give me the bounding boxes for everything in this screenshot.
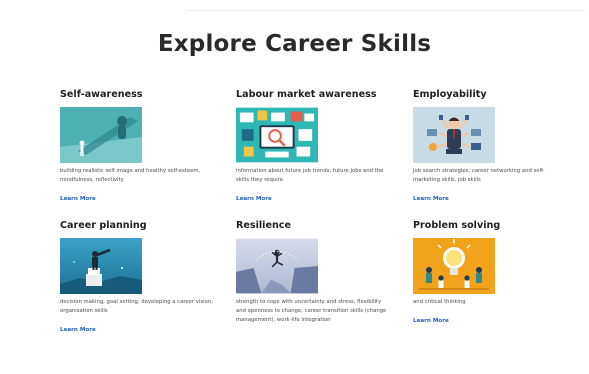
learn-more-link[interactable]: Learn More — [413, 317, 449, 326]
multitasking-businessman-icon[interactable] — [413, 107, 495, 163]
labour-market-infographic-icon[interactable] — [236, 107, 320, 163]
skill-card-description: decision making, goal setting, developin… — [60, 299, 213, 314]
skill-card-self-awareness: Self-awareness building realistic self i… — [60, 88, 220, 204]
skill-card-title[interactable]: Labour market awareness — [236, 88, 396, 102]
skill-card-title[interactable]: Self-awareness — [60, 88, 220, 102]
skill-card-title[interactable]: Resilience — [236, 219, 396, 233]
skill-card-employability: Employability job search strategies, car… — [413, 88, 573, 204]
top-divider — [187, 10, 585, 11]
learn-more-link[interactable]: Learn More — [236, 195, 272, 204]
jump-across-cliff-icon[interactable] — [236, 238, 320, 294]
skill-card-title[interactable]: Problem solving — [413, 219, 573, 233]
skill-card-title[interactable]: Career planning — [60, 219, 220, 233]
skill-card-labour-market-awareness: Labour market awareness information abou… — [236, 88, 396, 204]
person-shadow-illustration-icon[interactable] — [60, 107, 142, 163]
learn-more-link[interactable]: Learn More — [413, 195, 449, 204]
skill-card-description: job search strategies, career networking… — [413, 168, 545, 183]
skill-card-title[interactable]: Employability — [413, 88, 573, 102]
team-lightbulb-icon[interactable] — [413, 238, 495, 294]
skill-card-resilience: Resilience strength to cope with uncerta… — [236, 219, 396, 325]
page-title: Explore Career Skills — [157, 31, 432, 58]
learn-more-link[interactable]: Learn More — [60, 326, 96, 335]
skill-card-description: strength to cope with uncertainty and st… — [236, 299, 387, 323]
skill-card-career-planning: Career planning decision making, goal se… — [60, 219, 220, 335]
learn-more-link[interactable]: Learn More — [60, 195, 96, 204]
skill-card-description: and critical thinking — [413, 299, 466, 305]
skill-card-description: building realistic self image and health… — [60, 168, 201, 183]
person-with-telescope-icon[interactable] — [60, 238, 142, 294]
skill-card-description: information about future job trends, fut… — [236, 168, 384, 183]
skill-card-problem-solving: Problem solving and critical thinking Le… — [413, 219, 573, 326]
